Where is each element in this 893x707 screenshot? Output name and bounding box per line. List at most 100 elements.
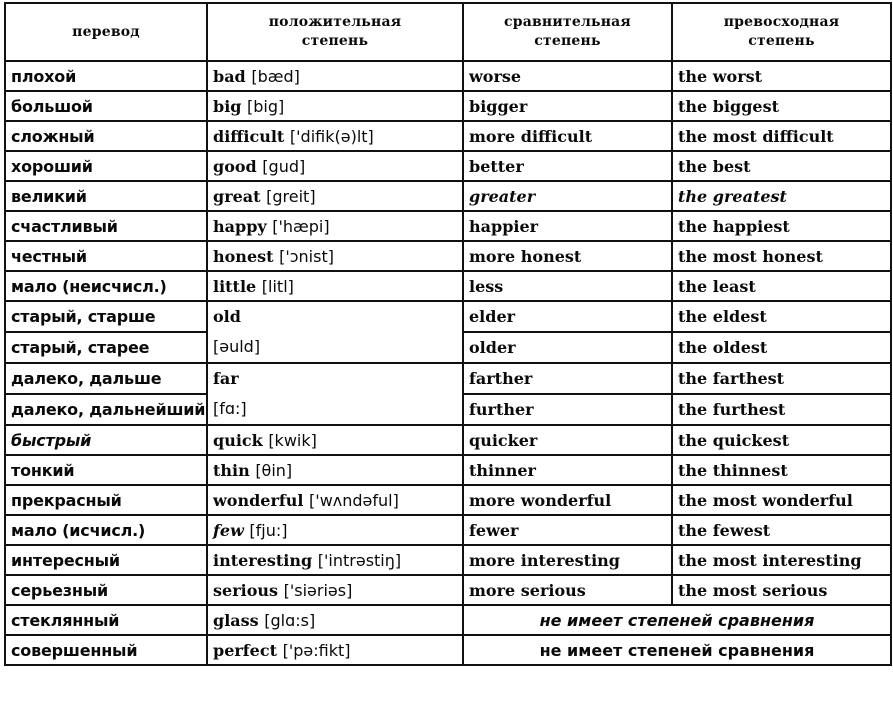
word: old: [213, 307, 241, 326]
header-positive-degree: положительная степень: [206, 2, 464, 62]
cell-translation: прекрасный: [4, 484, 208, 516]
word: far: [213, 369, 239, 388]
cell-superlative: the thinnest: [671, 454, 892, 486]
cell-translation: совершенный: [4, 634, 208, 666]
header-comparative-degree-label: сравнительная степень: [504, 14, 631, 49]
cell-positive: little [litl]: [206, 270, 464, 302]
transcription: [big]: [247, 96, 285, 116]
cell-comparative: thinner: [462, 454, 673, 486]
cell-translation: большой: [4, 90, 208, 122]
cell-translation: серьезный: [4, 574, 208, 606]
cell-comparative: more honest: [462, 240, 673, 272]
cell-positive: glass [glɑ:s]: [206, 604, 464, 636]
cell-superlative: the most serious: [671, 574, 892, 606]
cell-comparative: elder: [462, 300, 673, 333]
transcription: [θin]: [255, 460, 293, 480]
transcription: ['difik(ə)lt]: [289, 126, 374, 146]
cell-translation: сложный: [4, 120, 208, 152]
cell-superlative: the farthest: [671, 362, 892, 395]
word: quick: [213, 430, 263, 450]
table-row: далеко, дальше far [fɑ:] farther the fart…: [4, 362, 892, 426]
cell-translation: хороший: [4, 150, 208, 182]
cell-positive: serious ['siəriəs]: [206, 574, 464, 606]
cell-superlative: the least: [671, 270, 892, 302]
cell-translation: великий: [4, 180, 208, 212]
table-row: великий great [greit] greater the greate…: [4, 180, 892, 212]
cell-superlative: the most honest: [671, 240, 892, 272]
table-row: интересный interesting ['intrəstiŋ] more…: [4, 544, 892, 576]
word: interesting: [213, 550, 313, 570]
table-row: быстрый quick [kwik] quicker the quickes…: [4, 424, 892, 456]
transcription: ['pə:fikt]: [282, 640, 351, 660]
cell-positive-merged: old [əuld]: [206, 300, 464, 364]
header-comparative-degree: сравнительная степень: [462, 2, 673, 62]
cell-superlative: the quickest: [671, 424, 892, 456]
word: happy: [213, 216, 267, 236]
cell-translation: далеко, дальше: [4, 362, 208, 395]
transcription: [əuld]: [213, 337, 261, 356]
cell-positive: good [gud]: [206, 150, 464, 182]
cell-translation: старый, старше: [4, 300, 208, 333]
cell-positive: interesting ['intrəstiŋ]: [206, 544, 464, 576]
cell-positive: quick [kwik]: [206, 424, 464, 456]
cell-comparative: better: [462, 150, 673, 182]
cell-comparative: fewer: [462, 514, 673, 546]
cell-superlative: the most wonderful: [671, 484, 892, 516]
transcription: ['siəriəs]: [283, 580, 353, 600]
cell-positive: few [fju:]: [206, 514, 464, 546]
transcription: [gud]: [262, 156, 306, 176]
header-row: перевод положительная степень сравнитель…: [4, 2, 892, 62]
cell-comparative: quicker: [462, 424, 673, 456]
word: great: [213, 186, 261, 206]
cell-comparative: more wonderful: [462, 484, 673, 516]
cell-comparative: older: [462, 331, 673, 364]
cell-comparative: greater: [462, 180, 673, 212]
word: big: [213, 96, 242, 116]
table-row: хороший good [gud] better the best: [4, 150, 892, 182]
word: honest: [213, 246, 274, 266]
cell-positive: honest ['ɔnist]: [206, 240, 464, 272]
transcription: ['hæpi]: [272, 216, 330, 236]
header-superlative-degree: превосходная степень: [671, 2, 892, 62]
cell-translation: честный: [4, 240, 208, 272]
adjective-comparison-table: перевод положительная степень сравнитель…: [4, 2, 892, 666]
cell-no-degrees: не имеет степеней сравнения: [462, 604, 892, 636]
cell-superlative: the most difficult: [671, 120, 892, 152]
header-translation: перевод: [4, 2, 208, 62]
cell-positive: happy ['hæpi]: [206, 210, 464, 242]
transcription: [greit]: [266, 186, 316, 206]
cell-positive: bad [bæd]: [206, 60, 464, 92]
table-row: плохой bad [bæd] worse the worst: [4, 60, 892, 92]
cell-translation: быстрый: [4, 424, 208, 456]
cell-comparative: farther: [462, 362, 673, 395]
table-row: счастливый happy ['hæpi] happier the hap…: [4, 210, 892, 242]
cell-superlative: the furthest: [671, 393, 892, 426]
transcription: [fɑ:]: [213, 399, 247, 418]
transcription: [fju:]: [249, 520, 288, 540]
word: perfect: [213, 640, 277, 660]
cell-superlative: the most interesting: [671, 544, 892, 576]
cell-positive: difficult ['difik(ə)lt]: [206, 120, 464, 152]
cell-translation: старый, старее: [4, 331, 208, 364]
cell-superlative: the best: [671, 150, 892, 182]
word: little: [213, 276, 257, 296]
transcription: [glɑ:s]: [264, 610, 316, 630]
cell-superlative: the happiest: [671, 210, 892, 242]
cell-superlative: the eldest: [671, 300, 892, 333]
cell-translation: плохой: [4, 60, 208, 92]
cell-superlative: the oldest: [671, 331, 892, 364]
cell-comparative: more interesting: [462, 544, 673, 576]
cell-comparative: bigger: [462, 90, 673, 122]
cell-translation: тонкий: [4, 454, 208, 486]
cell-comparative: worse: [462, 60, 673, 92]
transcription: [kwik]: [268, 430, 317, 450]
word: difficult: [213, 126, 285, 146]
cell-translation: мало (неисчисл.): [4, 270, 208, 302]
cell-superlative: the worst: [671, 60, 892, 92]
table-row: стеклянный glass [glɑ:s] не имеет степен…: [4, 604, 892, 636]
cell-translation: далеко, дальнейший: [4, 393, 208, 426]
word: bad: [213, 66, 246, 86]
table-row: мало (исчисл.) few [fju:] fewer the fewe…: [4, 514, 892, 546]
transcription: [litl]: [261, 276, 294, 296]
cell-no-degrees: не имеет степеней сравнения: [462, 634, 892, 666]
